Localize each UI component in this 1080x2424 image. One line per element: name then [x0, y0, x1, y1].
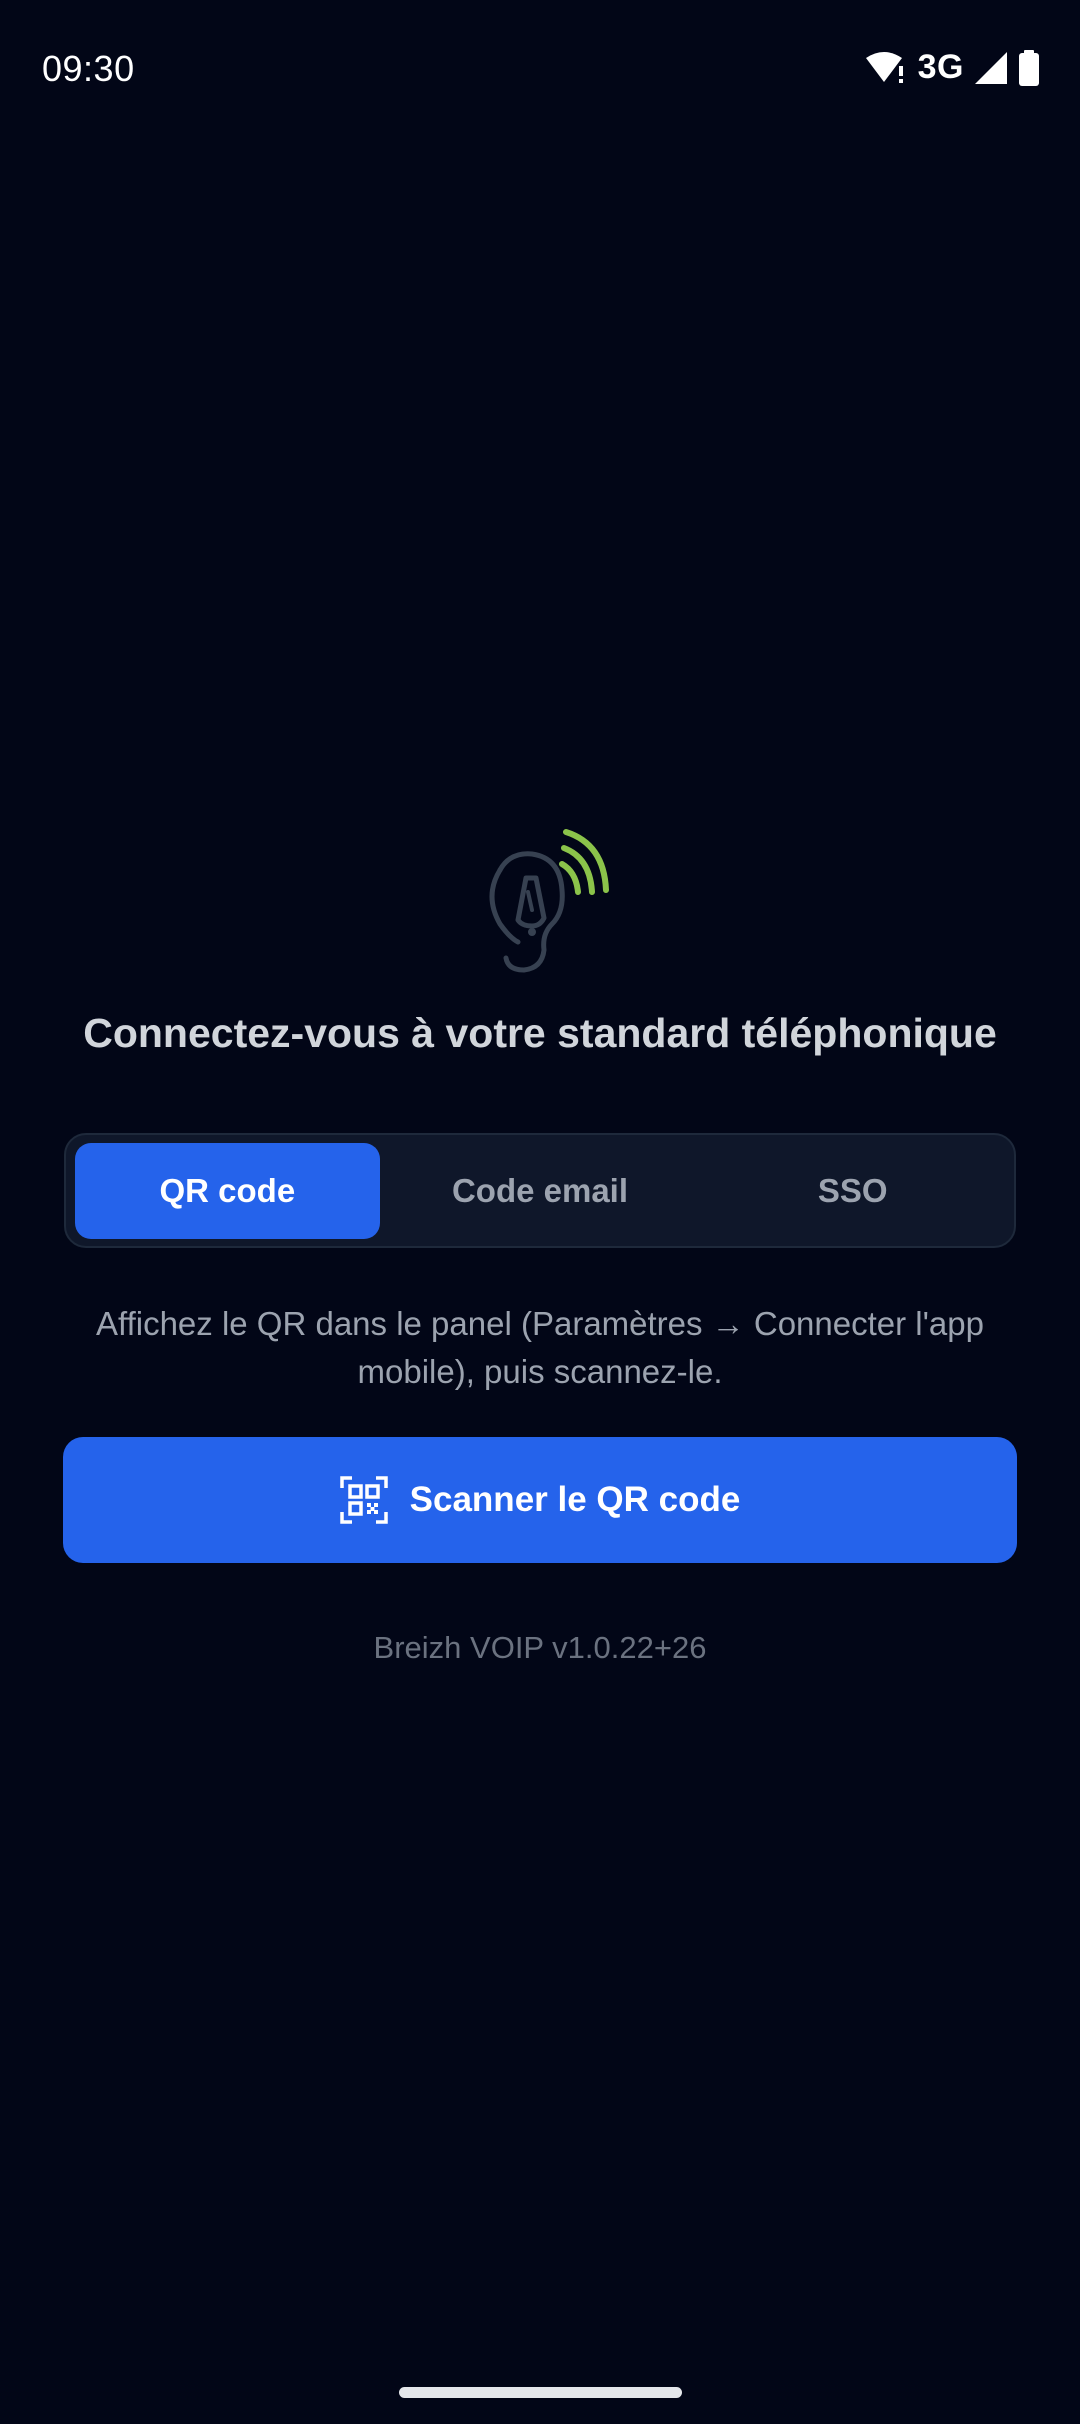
battery-icon: [1018, 49, 1040, 86]
tab-code-email[interactable]: Code email: [388, 1143, 693, 1239]
ear-signal-logo-icon: [489, 829, 609, 973]
scan-qr-button[interactable]: Scanner le QR code: [63, 1437, 1017, 1563]
status-time: 09:30: [42, 48, 135, 89]
signal-icon: [974, 51, 1008, 85]
instructions-text: Affichez le QR dans le panel (Paramètres…: [96, 1305, 984, 1390]
network-type: 3G: [917, 48, 964, 86]
login-method-tabs: QR code Code email SSO: [64, 1133, 1016, 1248]
app-logo: [470, 820, 610, 980]
scan-qr-button-label: Scanner le QR code: [409, 1480, 741, 1519]
qr-scan-icon: [339, 1476, 388, 1524]
status-bar: 09:30 3G: [0, 0, 1080, 140]
home-indicator[interactable]: [399, 2387, 682, 2398]
tab-qr-code[interactable]: QR code: [75, 1142, 380, 1239]
page-title: Connectez-vous à votre standard téléphon…: [83, 1010, 997, 1056]
status-icons: 3G: [864, 48, 1040, 87]
app-version: Breizh VOIP v1.0.22+26: [373, 1630, 707, 1665]
wifi-alert-icon: [864, 50, 908, 86]
tab-sso[interactable]: SSO: [700, 1143, 1005, 1239]
